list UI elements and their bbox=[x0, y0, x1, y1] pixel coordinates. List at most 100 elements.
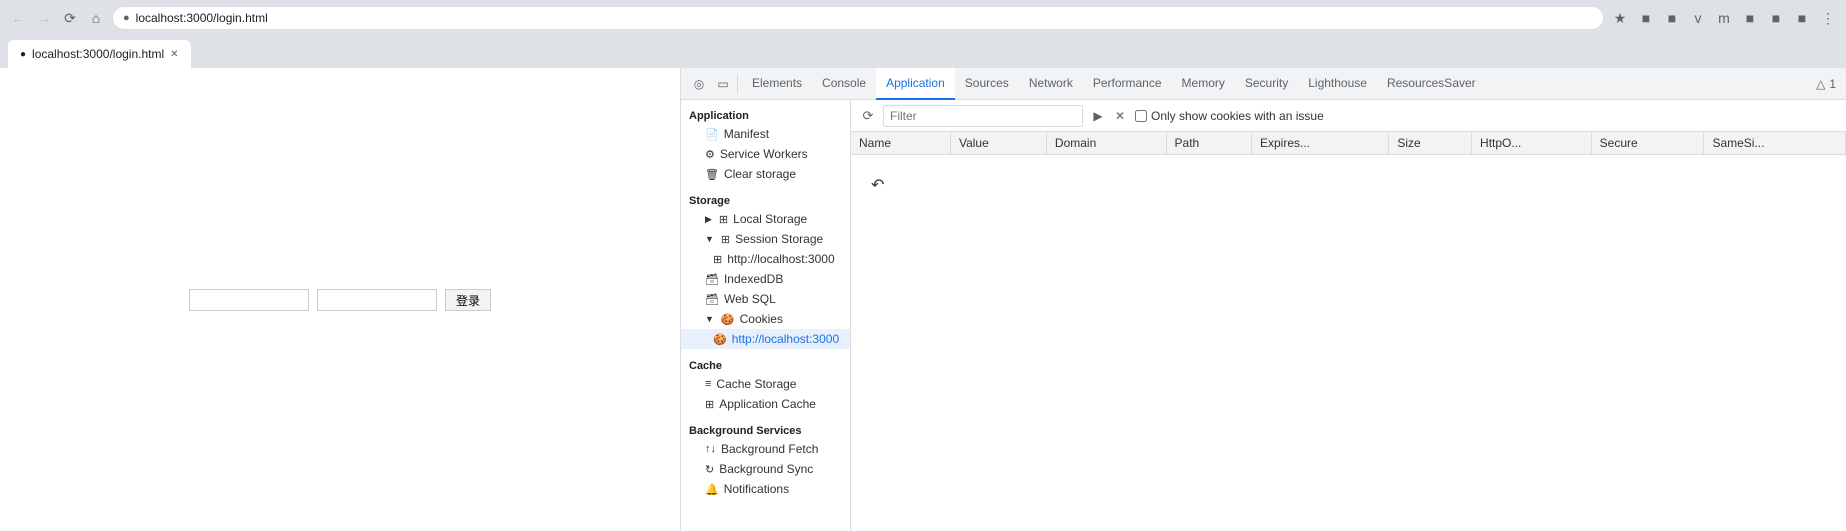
sidebar-section-bg-services: Background Services bbox=[681, 419, 850, 439]
tab-performance[interactable]: Performance bbox=[1083, 68, 1172, 100]
local-storage-expand-icon: ▶ bbox=[705, 214, 712, 225]
menu-icon[interactable]: ⋮ bbox=[1818, 8, 1838, 28]
col-expires: Expires... bbox=[1251, 132, 1388, 155]
extension5-icon[interactable]: ■ bbox=[1740, 8, 1760, 28]
tab-elements[interactable]: Elements bbox=[742, 68, 812, 100]
tab-close-button[interactable]: ✕ bbox=[170, 49, 178, 60]
sidebar-cookies-localhost-label: http://localhost:3000 bbox=[732, 332, 839, 346]
sidebar-item-session-storage[interactable]: ▼ ⊞ Session Storage bbox=[681, 229, 850, 249]
sidebar-item-cache-storage[interactable]: ≡ Cache Storage bbox=[681, 374, 850, 394]
home-button[interactable]: ⌂ bbox=[86, 8, 106, 28]
show-cookies-checkbox[interactable] bbox=[1135, 110, 1147, 122]
overflow-button[interactable]: △ 1 bbox=[1810, 77, 1842, 91]
sidebar-cookies-label: Cookies bbox=[740, 312, 783, 326]
session-storage-icon: ⊞ bbox=[721, 233, 730, 246]
sidebar-notifications-label: Notifications bbox=[724, 482, 789, 496]
tab-security[interactable]: Security bbox=[1235, 68, 1298, 100]
sidebar-item-cookies-localhost[interactable]: 🍪 http://localhost:3000 bbox=[681, 329, 850, 349]
sidebar-item-clear-storage[interactable]: 🗑 Clear storage bbox=[681, 164, 850, 184]
forward-button[interactable]: → bbox=[34, 8, 54, 28]
bookmark-icon[interactable]: ★ bbox=[1610, 8, 1630, 28]
show-cookies-text: Only show cookies with an issue bbox=[1151, 109, 1324, 123]
indexeddb-icon: 🗃 bbox=[705, 273, 719, 286]
extension4-icon[interactable]: m bbox=[1714, 8, 1734, 28]
tab-lighthouse[interactable]: Lighthouse bbox=[1298, 68, 1377, 100]
login-button[interactable]: 登录 bbox=[445, 289, 491, 311]
sidebar-item-cookies[interactable]: ▼ 🍪 Cookies bbox=[681, 309, 850, 329]
cursor-indicator: ↶ bbox=[871, 175, 884, 195]
devtools-panel-icons: ◎ ▭ bbox=[685, 74, 738, 94]
url-text: localhost:3000/login.html bbox=[136, 11, 268, 25]
sidebar-section-cache: Cache bbox=[681, 354, 850, 374]
sidebar-divider1 bbox=[681, 186, 850, 187]
devtools-body: Application 📄 Manifest ⚙ Service Workers… bbox=[681, 100, 1846, 531]
session-storage-expand-icon: ▼ bbox=[705, 234, 714, 244]
filter-options-icon[interactable]: ▶ bbox=[1089, 107, 1107, 125]
cookies-icon: 🍪 bbox=[721, 313, 735, 326]
sidebar-websql-label: Web SQL bbox=[724, 292, 776, 306]
filter-input[interactable] bbox=[883, 105, 1083, 127]
toolbar-right: ★ ■ ■ v m ■ ■ ■ ⋮ bbox=[1610, 8, 1838, 28]
browser-chrome: ← → ⟳ ⌂ ● localhost:3000/login.html ★ ■ … bbox=[0, 0, 1846, 68]
cookies-localhost-icon: 🍪 bbox=[713, 333, 727, 346]
page-content: 登录 bbox=[0, 68, 680, 531]
overflow-count: 1 bbox=[1829, 77, 1836, 91]
service-workers-icon: ⚙ bbox=[705, 148, 715, 161]
device-icon[interactable]: ▭ bbox=[713, 74, 733, 94]
password-input[interactable] bbox=[317, 289, 437, 311]
extension1-icon[interactable]: ■ bbox=[1636, 8, 1656, 28]
tab-bar: ● localhost:3000/login.html ✕ bbox=[0, 36, 1846, 68]
sidebar-item-notifications[interactable]: 🔔 Notifications bbox=[681, 479, 850, 499]
sidebar-item-websql[interactable]: 🗃 Web SQL bbox=[681, 289, 850, 309]
extension2-icon[interactable]: ■ bbox=[1662, 8, 1682, 28]
filter-clear-icon[interactable]: ✕ bbox=[1111, 107, 1129, 125]
sidebar-item-manifest[interactable]: 📄 Manifest bbox=[681, 124, 850, 144]
sidebar-manifest-label: Manifest bbox=[724, 127, 769, 141]
col-secure: Secure bbox=[1591, 132, 1704, 155]
col-httpo: HttpO... bbox=[1472, 132, 1592, 155]
sidebar-item-local-storage[interactable]: ▶ ⊞ Local Storage bbox=[681, 209, 850, 229]
username-input[interactable] bbox=[189, 289, 309, 311]
cursor-area: ↶ bbox=[851, 155, 1846, 215]
filter-icons: ▶ ✕ bbox=[1089, 107, 1129, 125]
sidebar-item-indexeddb[interactable]: 🗃 IndexedDB bbox=[681, 269, 850, 289]
back-button[interactable]: ← bbox=[8, 8, 28, 28]
refresh-button[interactable]: ⟳ bbox=[859, 107, 877, 125]
sidebar-item-bg-sync[interactable]: ↻ Background Sync bbox=[681, 459, 850, 479]
tab-resourcessaver[interactable]: ResourcesSaver bbox=[1377, 68, 1486, 100]
tab-sources[interactable]: Sources bbox=[955, 68, 1019, 100]
sidebar-item-service-workers[interactable]: ⚙ Service Workers bbox=[681, 144, 850, 164]
browser-tab[interactable]: ● localhost:3000/login.html ✕ bbox=[8, 40, 191, 68]
notifications-icon: 🔔 bbox=[705, 483, 719, 496]
cache-storage-icon: ≡ bbox=[705, 378, 711, 390]
sidebar-cache-storage-label: Cache Storage bbox=[716, 377, 796, 391]
login-form: 登录 bbox=[189, 289, 491, 311]
cookies-expand-icon: ▼ bbox=[705, 314, 714, 324]
tab-console[interactable]: Console bbox=[812, 68, 876, 100]
extension7-icon[interactable]: ■ bbox=[1792, 8, 1812, 28]
extension3-icon[interactable]: v bbox=[1688, 8, 1708, 28]
tab-network[interactable]: Network bbox=[1019, 68, 1083, 100]
inspect-icon[interactable]: ◎ bbox=[689, 74, 709, 94]
extension6-icon[interactable]: ■ bbox=[1766, 8, 1786, 28]
sidebar-session-storage-label: Session Storage bbox=[735, 232, 823, 246]
reload-button[interactable]: ⟳ bbox=[60, 8, 80, 28]
tab-application[interactable]: Application bbox=[876, 68, 955, 100]
devtools-main-content: ⟳ ▶ ✕ Only show cookies with an issue bbox=[851, 100, 1846, 531]
sidebar-item-bg-fetch[interactable]: ↑↓ Background Fetch bbox=[681, 439, 850, 459]
show-cookies-label[interactable]: Only show cookies with an issue bbox=[1135, 109, 1324, 123]
address-bar[interactable]: ● localhost:3000/login.html bbox=[112, 6, 1604, 30]
warning-icon: △ bbox=[1816, 77, 1825, 91]
browser-toolbar: ← → ⟳ ⌂ ● localhost:3000/login.html ★ ■ … bbox=[0, 0, 1846, 36]
tab-memory[interactable]: Memory bbox=[1172, 68, 1235, 100]
main-content: 登录 ◎ ▭ Elements Console Application Sour… bbox=[0, 68, 1846, 531]
sidebar-item-app-cache[interactable]: ⊞ Application Cache bbox=[681, 394, 850, 414]
clear-storage-icon: 🗑 bbox=[705, 168, 719, 181]
col-name: Name bbox=[851, 132, 950, 155]
devtools-panel: ◎ ▭ Elements Console Application Sources… bbox=[680, 68, 1846, 531]
sidebar-local-storage-label: Local Storage bbox=[733, 212, 807, 226]
manifest-icon: 📄 bbox=[705, 128, 719, 141]
session-localhost-icon: ⊞ bbox=[713, 253, 722, 266]
sidebar-divider3 bbox=[681, 416, 850, 417]
sidebar-item-session-localhost[interactable]: ⊞ http://localhost:3000 bbox=[681, 249, 850, 269]
